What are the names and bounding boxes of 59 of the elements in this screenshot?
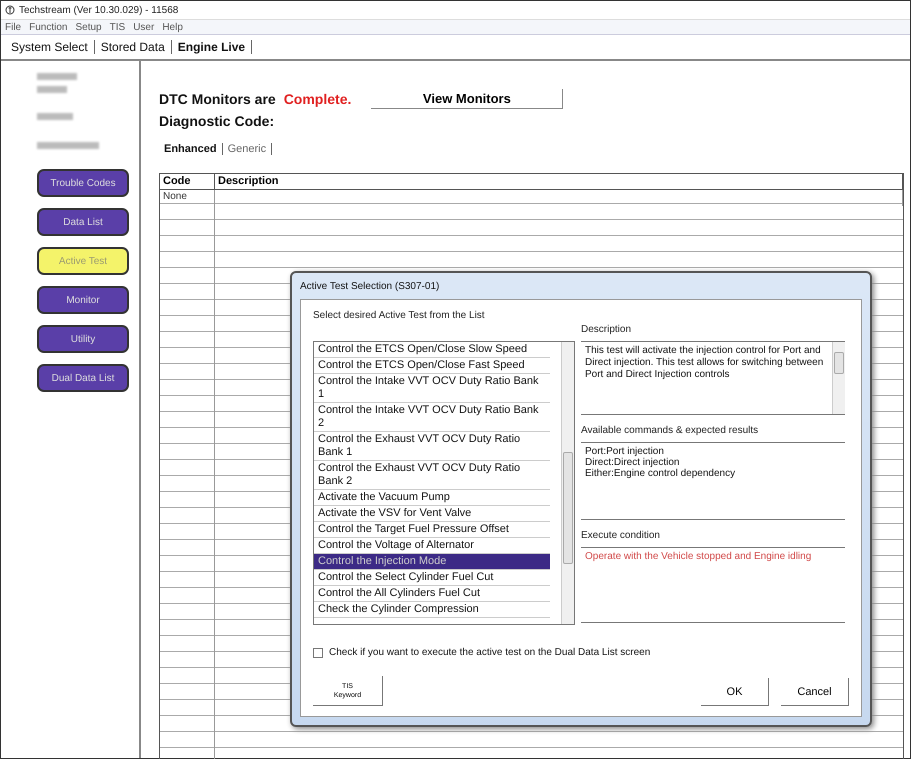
checkbox[interactable] xyxy=(313,648,323,658)
condition-text: Operate with the Vehicle stopped and Engine idling xyxy=(584,550,812,564)
condition-label: Execute condition xyxy=(581,530,661,541)
list-item[interactable]: Check the Cylinder Compression xyxy=(314,602,550,618)
code-tab[interactable]: Enhanced xyxy=(159,143,223,155)
column-header: Code xyxy=(160,174,215,190)
tab[interactable]: Stored Data xyxy=(94,40,172,54)
dialog-title: Active Test Selection (S307-01) xyxy=(300,280,440,292)
monitor-status-label: DTC Monitors are xyxy=(159,91,276,107)
dialog-button[interactable]: OK xyxy=(701,678,769,706)
sidebar-button[interactable]: Dual Data List xyxy=(37,364,129,392)
list-label: Select desired Active Test from the List xyxy=(313,310,486,321)
list-item[interactable]: Activate the Vacuum Pump xyxy=(314,490,550,506)
scrollbar[interactable] xyxy=(832,342,845,414)
menu-item[interactable]: TIS xyxy=(110,22,126,32)
column-header: Description xyxy=(215,174,903,190)
dialog-button[interactable]: Cancel xyxy=(781,678,849,706)
menu-item[interactable]: File xyxy=(5,22,22,32)
blurred-text xyxy=(37,73,77,80)
list-item[interactable]: Control the Intake VVT OCV Duty Ratio Bank 1 xyxy=(314,374,550,403)
blurred-text xyxy=(37,86,67,93)
commands-label: Available commands & expected results xyxy=(581,425,760,436)
menu-item[interactable]: User xyxy=(133,22,154,32)
sidebar-button[interactable]: Monitor xyxy=(37,286,129,314)
list-item[interactable]: Control the Exhaust VVT OCV Duty Ratio Bank 2 xyxy=(314,461,550,490)
scrollbar[interactable] xyxy=(561,342,574,624)
list-item[interactable]: Activate the VSV for Vent Valve xyxy=(314,506,550,522)
menu-item[interactable]: Help xyxy=(162,22,183,32)
blurred-text xyxy=(37,113,73,120)
monitor-status-value: Complete. xyxy=(284,91,352,107)
window-title: Techstream (Ver 10.30.029) - 11568 xyxy=(19,4,178,16)
description-label: Description xyxy=(581,324,632,335)
list-item[interactable]: Control the Target Fuel Pressure Offset xyxy=(314,522,550,538)
code-tab[interactable]: Generic xyxy=(222,143,272,155)
tab[interactable]: Engine Live xyxy=(172,40,252,54)
view-monitors-button[interactable]: View Monitors xyxy=(371,89,564,109)
list-item[interactable]: Control the Exhaust VVT OCV Duty Ratio Bank 1 xyxy=(314,432,550,461)
list-item[interactable]: Control the Select Cylinder Fuel Cut xyxy=(314,570,550,586)
list-item[interactable]: Control the Intake VVT OCV Duty Ratio Bank 2 xyxy=(314,403,550,432)
command-text: Port:Port injection xyxy=(585,446,665,457)
tab[interactable]: System Select xyxy=(5,40,95,54)
sidebar-button[interactable]: Utility xyxy=(37,325,129,353)
description-text: This test will activate the injection control for Port and Direct injection. This test allows for switching between Port and Direct Injection controls xyxy=(584,344,824,382)
checkbox-label: Check if you want to execute the active test on the Dual Data List screen xyxy=(329,647,650,658)
list-item[interactable]: Control the ETCS Open/Close Slow Speed xyxy=(314,342,550,358)
command-text: Direct:Direct injection xyxy=(585,457,680,468)
list-item[interactable]: Control the ETCS Open/Close Fast Speed xyxy=(314,358,550,374)
sidebar-button[interactable]: Trouble Codes xyxy=(37,169,129,197)
list-item[interactable]: Control the Voltage of Alternator xyxy=(314,538,550,554)
table-cell: None xyxy=(160,190,215,206)
menu-item[interactable]: Function xyxy=(29,22,68,32)
diagnostic-code-label: Diagnostic Code: xyxy=(159,113,276,129)
menu-item[interactable]: Setup xyxy=(75,22,102,32)
list-item[interactable]: Control the All Cylinders Fuel Cut xyxy=(314,586,550,602)
sidebar-button[interactable]: Data List xyxy=(37,208,129,236)
blurred-text xyxy=(37,142,99,149)
command-text: Either:Engine control dependency xyxy=(585,468,736,479)
app-logo-icon xyxy=(5,5,15,15)
list-item[interactable]: Control the Injection Mode xyxy=(314,554,550,570)
